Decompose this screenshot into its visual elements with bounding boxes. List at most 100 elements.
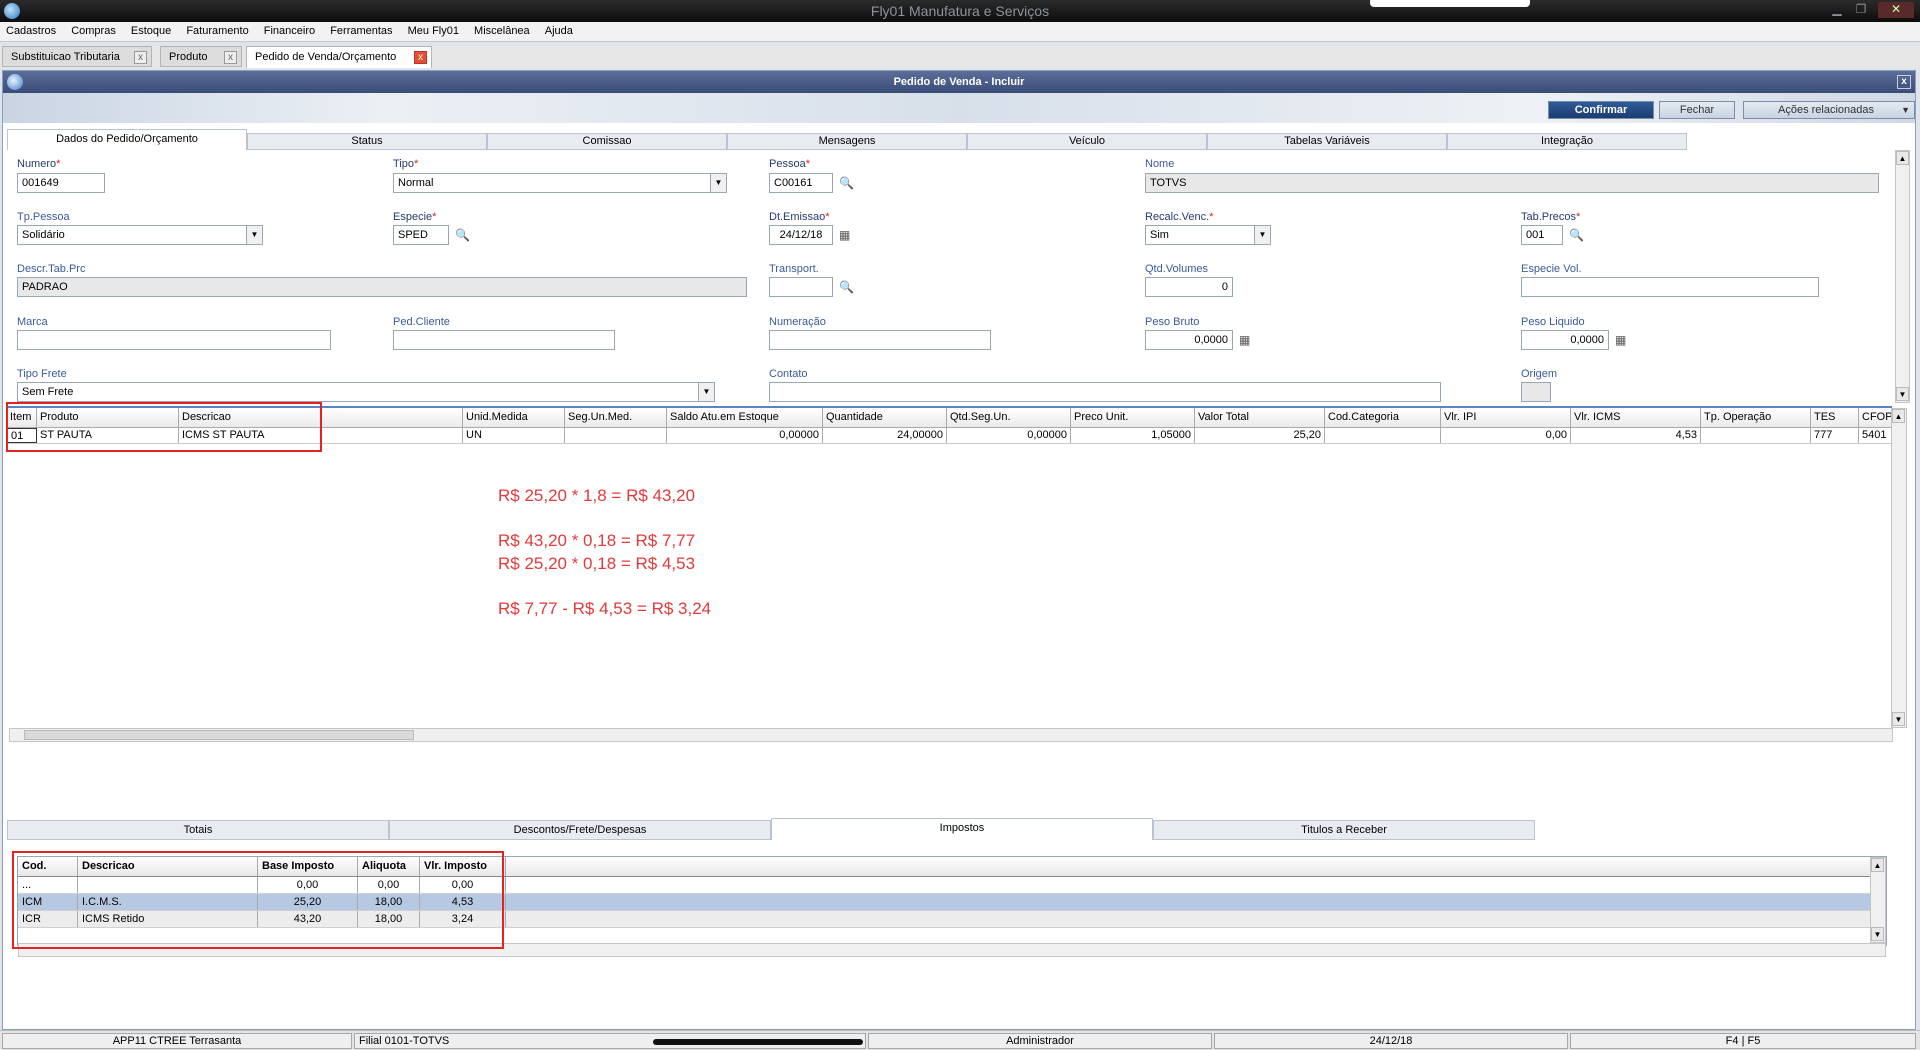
marca-field[interactable] [17,330,331,350]
items-vertical-scrollbar[interactable]: ▲ ▼ [1891,408,1907,728]
confirm-button[interactable]: Confirmar [1548,101,1654,119]
taxes-vertical-scrollbar[interactable]: ▲ ▼ [1870,857,1886,943]
tp-pessoa-select[interactable]: Solidário ▼ [17,225,263,245]
numeracao-field[interactable] [769,330,991,350]
chevron-down-icon[interactable]: ▼ [1254,226,1270,244]
tab-descontos[interactable]: Descontos/Frete/Despesas [389,820,771,840]
chevron-down-icon[interactable]: ▼ [246,226,262,244]
search-icon[interactable]: 🔍 [1569,228,1584,242]
tab-totais[interactable]: Totais [7,820,389,840]
tab-mensagens[interactable]: Mensagens [727,133,967,150]
cell-cod-categoria[interactable] [1325,428,1441,443]
contato-field[interactable] [769,382,1441,402]
pessoa-field[interactable]: C00161 [769,173,833,193]
chevron-down-icon[interactable]: ▼ [710,174,726,192]
tab-comissao[interactable]: Comissao [487,133,727,150]
menu-cadastros[interactable]: Cadastros [0,22,62,40]
menu-financeiro[interactable]: Financeiro [258,22,321,40]
especie-vol-field[interactable] [1521,277,1819,297]
scroll-up-icon[interactable]: ▲ [1892,409,1905,423]
close-button[interactable]: Fechar [1659,101,1735,119]
col-cfop[interactable]: CFOP [1859,408,1892,427]
col-saldo-estoque[interactable]: Saldo Atu.em Estoque [667,408,823,427]
especie-field[interactable]: SPED [393,225,449,245]
tab-tabelas-variaveis[interactable]: Tabelas Variáveis [1207,133,1447,150]
cell-tes[interactable]: 777 [1811,428,1859,443]
peso-bruto-field[interactable]: 0,0000 [1145,330,1233,350]
tab-pedido-de-venda[interactable]: Pedido de Venda/Orçamento x [246,46,432,68]
chevron-down-icon[interactable]: ▼ [698,383,714,401]
scroll-thumb[interactable] [24,730,414,740]
search-icon[interactable]: 🔍 [839,280,854,294]
cell-saldo-estoque[interactable]: 0,00000 [667,428,823,443]
form-scrollbar[interactable]: ▲ ▼ [1895,150,1910,403]
tab-veiculo[interactable]: Veículo [967,133,1207,150]
col-tes[interactable]: TES [1811,408,1859,427]
menu-compras[interactable]: Compras [65,22,122,40]
cell-seg-un-med[interactable] [565,428,667,443]
tab-integracao[interactable]: Integração [1447,133,1687,150]
tipo-select[interactable]: Normal ▼ [393,173,727,193]
minimize-icon[interactable]: ▁ [1826,2,1848,18]
menu-miscelanea[interactable]: Miscelânea [468,22,536,40]
peso-liquido-field[interactable]: 0,0000 [1521,330,1609,350]
scroll-up-icon[interactable]: ▲ [1896,151,1909,165]
calendar-icon[interactable]: ▦ [839,228,853,242]
calculator-icon[interactable]: ▦ [1615,333,1629,347]
col-cod-categoria[interactable]: Cod.Categoria [1325,408,1441,427]
col-preco-unit[interactable]: Preco Unit. [1071,408,1195,427]
dt-emissao-field[interactable]: 24/12/18 [769,225,833,245]
cell-vlr-icms[interactable]: 4,53 [1571,428,1701,443]
col-seg-un-med[interactable]: Seg.Un.Med. [565,408,667,427]
col-unid-medida[interactable]: Unid.Medida [463,408,565,427]
cell-qtd-seg-un[interactable]: 0,00000 [947,428,1071,443]
cell-valor-total[interactable]: 25,20 [1195,428,1325,443]
scroll-down-icon[interactable]: ▼ [1871,927,1884,941]
menu-ajuda[interactable]: Ajuda [539,22,579,40]
tab-dados-do-pedido[interactable]: Dados do Pedido/Orçamento [7,129,247,150]
scroll-down-icon[interactable]: ▼ [1896,387,1909,401]
cell-preco-unit[interactable]: 1,05000 [1071,428,1195,443]
close-tab-icon[interactable]: x [134,51,147,64]
cell-unid-medida[interactable]: UN [463,428,565,443]
window-close-icon[interactable]: ✕ [1878,2,1914,18]
maximize-icon[interactable]: ❐ [1850,2,1872,18]
col-qtd-seg-un[interactable]: Qtd.Seg.Un. [947,408,1071,427]
cell-tp-operacao[interactable] [1701,428,1811,443]
col-vlr-ipi[interactable]: Vlr. IPI [1441,408,1571,427]
cell-cfop[interactable]: 5401 [1859,428,1892,443]
search-icon[interactable]: 🔍 [455,228,470,242]
recalc-venc-select[interactable]: Sim ▼ [1145,225,1271,245]
tab-substituicao-tributaria[interactable]: Substituicao Tributaria x [2,46,152,67]
scroll-down-icon[interactable]: ▼ [1892,712,1905,726]
menu-faturamento[interactable]: Faturamento [180,22,254,40]
origem-field[interactable] [1521,382,1551,402]
transport-field[interactable] [769,277,833,297]
scroll-up-icon[interactable]: ▲ [1871,858,1884,872]
ped-cliente-field[interactable] [393,330,615,350]
qtd-volumes-field[interactable]: 0 [1145,277,1233,297]
items-horizontal-scrollbar[interactable] [9,728,1893,742]
menu-estoque[interactable]: Estoque [125,22,177,40]
nome-field[interactable]: TOTVS [1145,173,1879,193]
calculator-icon[interactable]: ▦ [1239,333,1253,347]
menu-ferramentas[interactable]: Ferramentas [324,22,398,40]
cell-quantidade[interactable]: 24,00000 [823,428,947,443]
tab-titulos-a-receber[interactable]: Titulos a Receber [1153,820,1535,840]
tipo-frete-select[interactable]: Sem Frete ▼ [17,382,715,402]
related-actions-button[interactable]: Ações relacionadas ▼ [1743,101,1915,119]
close-tab-icon[interactable]: x [224,51,237,64]
descr-tab-prc-field[interactable]: PADRAO [17,277,747,297]
col-quantidade[interactable]: Quantidade [823,408,947,427]
close-window-icon[interactable]: x [1897,75,1911,89]
close-tab-icon[interactable]: x [414,51,427,64]
tab-precos-field[interactable]: 001 [1521,225,1563,245]
search-icon[interactable]: 🔍 [839,176,854,190]
tab-status[interactable]: Status [247,133,487,150]
col-vlr-icms[interactable]: Vlr. ICMS [1571,408,1701,427]
tab-produto[interactable]: Produto x [160,46,242,67]
numero-field[interactable]: 001649 [17,173,105,193]
cell-vlr-ipi[interactable]: 0,00 [1441,428,1571,443]
col-tp-operacao[interactable]: Tp. Operação [1701,408,1811,427]
menu-meu-fly01[interactable]: Meu Fly01 [402,22,465,40]
